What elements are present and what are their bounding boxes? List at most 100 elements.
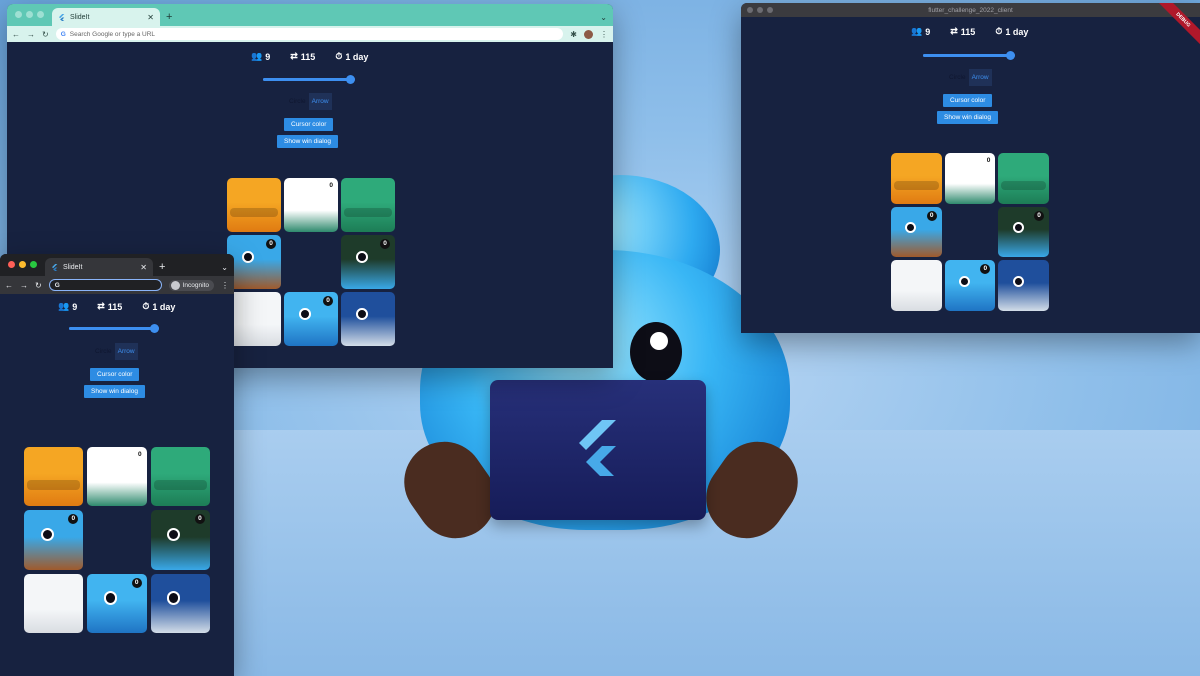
tab-slideit[interactable]: SlideIt ✕	[45, 258, 153, 276]
puzzle-tile[interactable]: 0	[227, 235, 281, 289]
puzzle-tile[interactable]	[341, 292, 395, 346]
cursor-option-circle[interactable]: Circle	[92, 343, 115, 360]
puzzle-tile[interactable]	[227, 292, 281, 346]
tile-badge: 0	[266, 239, 276, 249]
back-arrow-icon[interactable]: ←	[12, 30, 20, 39]
puzzle-board: 0 0 0 0	[24, 447, 210, 633]
cursor-color-button[interactable]: Cursor color	[90, 368, 140, 381]
puzzle-tile[interactable]	[227, 178, 281, 232]
browser-menu-icon[interactable]: ⋮	[221, 281, 229, 290]
tab-title: SlideIt	[63, 263, 83, 271]
reload-icon[interactable]: ↻	[35, 281, 42, 290]
cursor-option-circle[interactable]: Circle	[946, 69, 969, 86]
tab-slideit[interactable]: SlideIt ✕	[52, 8, 160, 26]
empty-tile-slot	[87, 510, 146, 569]
tab-search-chevron-icon[interactable]: ⌄	[221, 263, 228, 272]
address-bar[interactable]: G	[48, 279, 162, 291]
puzzle-tile[interactable]: 0	[150, 510, 210, 570]
people-icon: 👥	[58, 301, 70, 311]
slider[interactable]	[923, 51, 1015, 60]
slider[interactable]	[69, 324, 159, 333]
players-count: 9	[925, 26, 931, 37]
cursor-option-arrow[interactable]: Arrow	[114, 343, 138, 360]
browser-menu-icon[interactable]: ⋮	[600, 30, 608, 39]
close-window-button[interactable]	[15, 11, 22, 18]
cursor-color-button[interactable]: Cursor color	[284, 118, 334, 131]
slider-fill	[69, 327, 155, 330]
puzzle-tile[interactable]	[150, 573, 210, 633]
slider[interactable]	[263, 75, 355, 84]
cursor-style-toggle: Circle Arrow	[946, 69, 992, 86]
puzzle-tile[interactable]: 0	[24, 510, 84, 570]
moves-stat: ⇄ 115	[290, 51, 315, 62]
cursor-option-arrow[interactable]: Arrow	[308, 93, 332, 110]
puzzle-tile[interactable]	[341, 178, 395, 232]
puzzle-tile[interactable]	[891, 153, 942, 204]
puzzle-tile[interactable]: 0	[284, 178, 338, 232]
show-win-dialog-button[interactable]: Show win dialog	[937, 111, 998, 124]
puzzle-tile[interactable]: 0	[944, 153, 996, 204]
puzzle-tile[interactable]: 0	[284, 292, 338, 346]
browser-toolbar: ← → ↻ G Search Google or type a URL ✱ ⋮	[7, 26, 613, 42]
maximize-window-button[interactable]	[30, 261, 37, 268]
new-tab-button[interactable]: +	[166, 11, 172, 23]
maximize-window-button[interactable]	[37, 11, 44, 18]
tile-art-eye	[103, 591, 117, 605]
puzzle-tile[interactable]	[24, 573, 84, 633]
tile-badge: 0	[194, 514, 205, 525]
puzzle-tile[interactable]	[891, 260, 942, 311]
slider-thumb[interactable]	[150, 324, 159, 333]
puzzle-tile[interactable]: 0	[998, 206, 1049, 258]
extensions-puzzle-icon[interactable]: ✱	[570, 30, 577, 39]
empty-tile-slot	[945, 207, 996, 258]
close-window-button[interactable]	[8, 261, 15, 268]
show-win-dialog-button[interactable]: Show win dialog	[84, 385, 145, 398]
profile-avatar[interactable]	[584, 29, 593, 39]
tile-art-hat-brim	[1000, 180, 1047, 190]
puzzle-tile[interactable]: 0	[341, 235, 395, 289]
puzzle-tile[interactable]: 0	[944, 260, 996, 311]
puzzle-tile[interactable]	[998, 260, 1049, 311]
incognito-indicator[interactable]: Incognito	[168, 279, 214, 291]
forward-arrow-icon[interactable]: →	[27, 30, 35, 39]
slider-thumb[interactable]	[345, 75, 355, 84]
tab-search-chevron-icon[interactable]: ⌄	[600, 13, 607, 22]
reload-icon[interactable]: ↻	[42, 30, 49, 39]
moves-count: 115	[300, 51, 316, 62]
puzzle-tile[interactable]: 0	[87, 573, 147, 633]
swap-arrows-icon: ⇄	[97, 301, 105, 311]
minimize-window-button[interactable]	[19, 261, 26, 268]
slider-thumb[interactable]	[1005, 51, 1015, 60]
people-icon: 👥	[251, 51, 263, 61]
tab-title: SlideIt	[70, 13, 90, 21]
slider-fill	[923, 54, 1011, 57]
forward-arrow-icon[interactable]: →	[20, 281, 28, 290]
cursor-option-arrow[interactable]: Arrow	[968, 69, 992, 86]
cursor-color-button[interactable]: Cursor color	[943, 94, 993, 107]
puzzle-board: 0 0 0 0	[227, 178, 395, 346]
address-bar[interactable]: G Search Google or type a URL	[55, 28, 564, 40]
back-arrow-icon[interactable]: ←	[5, 281, 13, 290]
close-tab-icon[interactable]: ✕	[147, 13, 154, 22]
time-stat: ⏱ 1 day	[995, 26, 1028, 37]
swap-arrows-icon: ⇄	[950, 26, 958, 36]
tab-strip: SlideIt ✕ + ⌄	[7, 4, 613, 26]
puzzle-tile[interactable]: 0	[891, 206, 942, 258]
tile-badge: 0	[980, 264, 991, 275]
window-controls	[15, 11, 44, 18]
show-win-dialog-button[interactable]: Show win dialog	[277, 135, 338, 148]
puzzle-tile[interactable]	[998, 153, 1049, 204]
puzzle-tile[interactable]	[24, 447, 84, 507]
tile-art-eye	[167, 591, 181, 605]
players-stat: 👥 9	[911, 26, 930, 37]
time-value: 1 day	[345, 51, 369, 62]
timer-icon: ⏱	[335, 51, 343, 61]
close-tab-icon[interactable]: ✕	[140, 263, 147, 272]
players-stat: 👥 9	[251, 51, 270, 62]
puzzle-tile[interactable]	[150, 447, 210, 507]
new-tab-button[interactable]: +	[159, 261, 165, 273]
stats-row: 👥 9 ⇄ 115 ⏱ 1 day	[251, 51, 368, 62]
minimize-window-button[interactable]	[26, 11, 33, 18]
puzzle-tile[interactable]: 0	[87, 447, 147, 507]
cursor-option-circle[interactable]: Circle	[286, 93, 309, 110]
